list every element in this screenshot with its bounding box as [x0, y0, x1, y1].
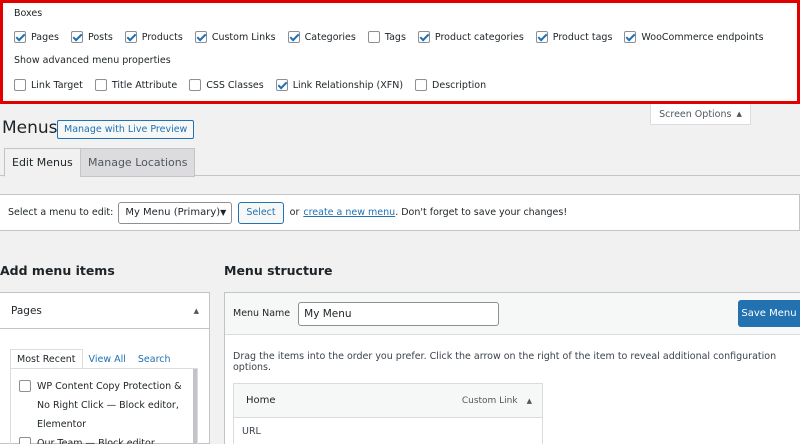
- option-label: Link Relationship (XFN): [292, 79, 404, 91]
- option-label: CSS Classes: [206, 79, 264, 91]
- products-checkbox[interactable]: [124, 31, 137, 43]
- option-label: WooCommerce endpoints: [641, 31, 764, 43]
- selected-menu-value: My Menu (Primary): [125, 207, 221, 218]
- or-text: or: [289, 207, 300, 218]
- manage-live-preview-button[interactable]: Manage with Live Preview: [57, 120, 195, 139]
- box-option-categories[interactable]: Categories: [287, 31, 356, 43]
- menu-item-title: Home: [246, 395, 276, 406]
- description-checkbox[interactable]: [415, 79, 428, 91]
- tab-search[interactable]: Search: [132, 349, 177, 369]
- adv-option-link-target[interactable]: Link Target: [14, 79, 83, 91]
- menu-item-handle[interactable]: Home Custom Link ▲: [234, 384, 542, 418]
- menu-item-type: Custom Link: [461, 395, 518, 406]
- advanced-legend: Show advanced menu properties: [14, 55, 171, 66]
- option-label: Product tags: [552, 31, 613, 43]
- list-item[interactable]: WP Content Copy Protection & No Right Cl…: [19, 377, 197, 434]
- option-label: Products: [141, 31, 183, 43]
- menu-name-input[interactable]: My Menu: [298, 301, 500, 326]
- custom-links-checkbox[interactable]: [194, 31, 207, 43]
- menu-item-home[interactable]: Home Custom Link ▲ URL: [233, 383, 543, 444]
- chevron-down-icon: ▼: [220, 208, 227, 217]
- tab-manage-locations[interactable]: Manage Locations: [80, 148, 196, 177]
- menu-structure-heading: Menu structure: [224, 263, 333, 278]
- box-option-product-categories[interactable]: Product categories: [417, 31, 524, 43]
- tab-view-all[interactable]: View All: [83, 349, 132, 369]
- page-label: WP Content Copy Protection & No Right Cl…: [37, 381, 182, 430]
- select-menu-label: Select a menu to edit:: [8, 207, 114, 218]
- save-reminder-text: . Don't forget to save your changes!: [395, 207, 568, 218]
- product-categories-checkbox[interactable]: [417, 31, 430, 43]
- option-label: Tags: [384, 31, 406, 43]
- option-label: Description: [432, 79, 487, 91]
- menu-item-type-group: Custom Link ▲: [462, 396, 532, 406]
- url-field-label: URL: [242, 426, 261, 437]
- posts-checkbox[interactable]: [70, 31, 83, 43]
- boxes-legend: Boxes: [14, 8, 43, 19]
- screen-options-panel: Boxes Pages Posts Products Custom Links …: [0, 0, 800, 104]
- pages-checkbox[interactable]: [14, 31, 26, 43]
- list-scrollbar[interactable]: [193, 369, 197, 444]
- box-option-pages[interactable]: Pages: [14, 31, 59, 43]
- adv-option-description[interactable]: Description: [415, 79, 486, 91]
- caret-up-icon: ▲: [193, 306, 199, 315]
- menu-select-dropdown[interactable]: My Menu (Primary) ▼: [118, 201, 233, 224]
- caret-up-icon[interactable]: ▲: [527, 397, 532, 405]
- box-option-posts[interactable]: Posts: [70, 31, 113, 43]
- boxes-row: Pages Posts Products Custom Links Catego…: [14, 31, 776, 43]
- pages-subtabs: Most Recent View All Search: [10, 349, 177, 369]
- select-menu-bar: Select a menu to edit: My Menu (Primary)…: [0, 194, 800, 231]
- categories-checkbox[interactable]: [287, 31, 300, 43]
- nav-tabs: Edit Menus Manage Locations: [0, 148, 800, 177]
- select-button[interactable]: Select: [238, 201, 284, 224]
- title-attribute-checkbox[interactable]: [94, 79, 107, 91]
- caret-up-icon: ▲: [736, 110, 742, 118]
- page-checkbox[interactable]: [19, 437, 31, 444]
- box-option-product-tags[interactable]: Product tags: [535, 31, 613, 43]
- tab-edit-menus[interactable]: Edit Menus: [4, 148, 81, 177]
- woocommerce-endpoints-checkbox[interactable]: [624, 31, 637, 43]
- css-classes-checkbox[interactable]: [189, 79, 202, 91]
- link-target-checkbox[interactable]: [14, 79, 26, 91]
- box-option-tags[interactable]: Tags: [367, 31, 406, 43]
- page-label: Our Team — Block editor,: [37, 438, 158, 444]
- link-relationship-checkbox[interactable]: [275, 79, 288, 91]
- screen-options-toggle[interactable]: Screen Options ▲: [650, 104, 751, 125]
- create-new-menu-link[interactable]: create a new menu: [303, 207, 395, 218]
- adv-option-link-relationship[interactable]: Link Relationship (XFN): [275, 79, 404, 91]
- menu-name-bar: Menu Name My Menu: [225, 293, 800, 335]
- product-tags-checkbox[interactable]: [535, 31, 548, 43]
- page-title: Menus: [2, 118, 58, 138]
- box-option-custom-links[interactable]: Custom Links: [194, 31, 276, 43]
- adv-option-css-classes[interactable]: CSS Classes: [189, 79, 264, 91]
- tab-most-recent[interactable]: Most Recent: [10, 349, 83, 369]
- save-menu-button[interactable]: Save Menu: [738, 300, 800, 327]
- drag-instructions: Drag the items into the order you prefer…: [233, 351, 777, 373]
- page-checkbox[interactable]: [19, 380, 31, 392]
- advanced-row: Link Target Title Attribute CSS Classes …: [14, 79, 498, 91]
- menu-name-label: Menu Name: [233, 308, 291, 319]
- option-label: Categories: [304, 31, 356, 43]
- tags-checkbox[interactable]: [367, 31, 380, 43]
- option-label: Link Target: [31, 79, 83, 91]
- pages-accordion-header[interactable]: Pages ▲: [0, 293, 209, 329]
- option-label: Posts: [87, 31, 113, 43]
- adv-option-title-attribute[interactable]: Title Attribute: [94, 79, 178, 91]
- option-label: Pages: [31, 31, 59, 43]
- list-item[interactable]: Our Team — Block editor,: [19, 434, 197, 444]
- menu-structure-panel: Menu Name My Menu Save Menu Drag the ite…: [224, 292, 800, 444]
- box-option-woocommerce-endpoints[interactable]: WooCommerce endpoints: [624, 31, 764, 43]
- screen-options-label: Screen Options: [659, 108, 732, 120]
- pages-box-title: Pages: [11, 304, 42, 317]
- add-menu-items-heading: Add menu items: [0, 263, 115, 278]
- pages-accordion: Pages ▲ Most Recent View All Search WP C…: [0, 292, 210, 444]
- option-label: Product categories: [434, 31, 524, 43]
- option-label: Title Attribute: [111, 79, 178, 91]
- pages-checklist: WP Content Copy Protection & No Right Cl…: [10, 368, 198, 444]
- option-label: Custom Links: [211, 31, 276, 43]
- box-option-products[interactable]: Products: [124, 31, 183, 43]
